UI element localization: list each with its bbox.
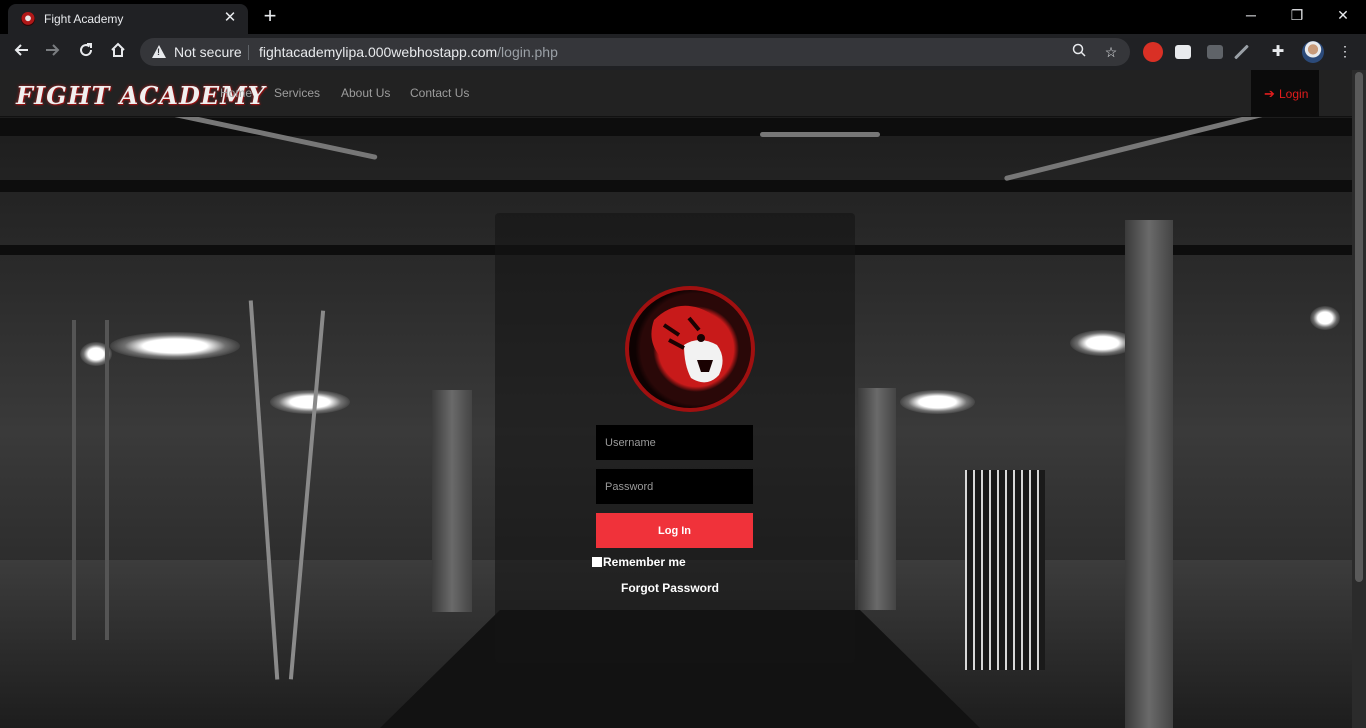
- web-page: FIGHT ACADEMY Home Services About Us Con…: [0, 70, 1366, 728]
- tab-strip: Fight Academy ✕ + ─ ❐ ✕: [0, 0, 1366, 34]
- zoom-icon[interactable]: [1070, 43, 1088, 61]
- eyedropper-extension-icon[interactable]: [1234, 44, 1249, 60]
- star-icon[interactable]: ☆: [1102, 43, 1120, 61]
- wooden-pillar: [858, 388, 896, 610]
- url-path: /login.php: [497, 44, 558, 60]
- home-icon[interactable]: [105, 39, 131, 65]
- ceiling-light: [900, 390, 975, 414]
- wooden-pillar: [432, 390, 472, 612]
- nav-contact-us[interactable]: Contact Us: [410, 86, 469, 100]
- nav-login-link[interactable]: ➔ Login: [1251, 70, 1319, 117]
- ceiling-light: [270, 390, 350, 414]
- browser-toolbar: Not secure fightacademylipa.000webhostap…: [0, 34, 1366, 70]
- nav-services[interactable]: Services: [274, 86, 320, 100]
- tab-close-icon[interactable]: ✕: [220, 8, 240, 28]
- security-label[interactable]: Not secure: [174, 44, 242, 60]
- address-bar[interactable]: Not secure fightacademylipa.000webhostap…: [140, 38, 1130, 66]
- gymnastic-ring-strap: [72, 320, 76, 640]
- login-panel: Log In Remember me Forgot Password: [495, 213, 855, 663]
- profile-avatar-icon[interactable]: [1302, 41, 1324, 63]
- site-navbar: FIGHT ACADEMY Home Services About Us Con…: [0, 70, 1352, 117]
- username-field[interactable]: [596, 425, 753, 460]
- tiger-logo-icon: [625, 286, 755, 412]
- remember-me-checkbox[interactable]: Remember me: [592, 555, 686, 569]
- cast-extension-icon[interactable]: [1175, 45, 1191, 59]
- forgot-password-link[interactable]: Forgot Password: [495, 581, 845, 595]
- nav-about-us[interactable]: About Us: [341, 86, 390, 100]
- reload-icon[interactable]: [73, 39, 99, 65]
- back-arrow-icon[interactable]: [8, 39, 34, 65]
- ceiling-light: [1310, 306, 1340, 330]
- forward-arrow-icon[interactable]: [40, 39, 66, 65]
- login-submit-button[interactable]: Log In: [596, 513, 753, 548]
- remember-me-label: Remember me: [603, 555, 686, 569]
- menu-dots-icon[interactable]: ⋮: [1336, 42, 1354, 60]
- gymnastic-ring-strap: [105, 320, 109, 640]
- page-scrollbar[interactable]: [1352, 70, 1366, 728]
- tab-title: Fight Academy: [44, 12, 124, 26]
- restore-button[interactable]: ❐: [1274, 4, 1320, 26]
- warning-icon[interactable]: [152, 45, 166, 58]
- login-label: Login: [1279, 87, 1309, 101]
- jump-rope-rack: [965, 470, 1045, 670]
- wooden-pillar: [1125, 220, 1173, 728]
- scrollbar-thumb[interactable]: [1355, 72, 1363, 582]
- url-text[interactable]: fightacademylipa.000webhostapp.com/login…: [259, 44, 558, 60]
- adblock-extension-icon[interactable]: [1143, 42, 1163, 62]
- minimize-button[interactable]: ─: [1228, 4, 1274, 26]
- screen-extension-icon[interactable]: [1207, 45, 1223, 59]
- extension-puzzle-icon[interactable]: ✚: [1269, 43, 1287, 61]
- omnibox-divider: [248, 45, 249, 60]
- browser-tab[interactable]: Fight Academy ✕: [8, 4, 248, 34]
- url-host: fightacademylipa.000webhostapp.com: [259, 44, 498, 60]
- nav-home[interactable]: Home: [220, 86, 252, 100]
- ceiling-light: [110, 332, 240, 360]
- password-field[interactable]: [596, 469, 753, 504]
- login-arrow-icon: ➔: [1264, 86, 1275, 101]
- checkbox-box[interactable]: [592, 557, 602, 567]
- ceiling-pipe: [760, 132, 880, 137]
- close-window-button[interactable]: ✕: [1320, 4, 1366, 26]
- tiger-favicon-icon: [21, 12, 35, 26]
- new-tab-button[interactable]: +: [258, 5, 282, 29]
- ceiling-beam: [0, 180, 1352, 192]
